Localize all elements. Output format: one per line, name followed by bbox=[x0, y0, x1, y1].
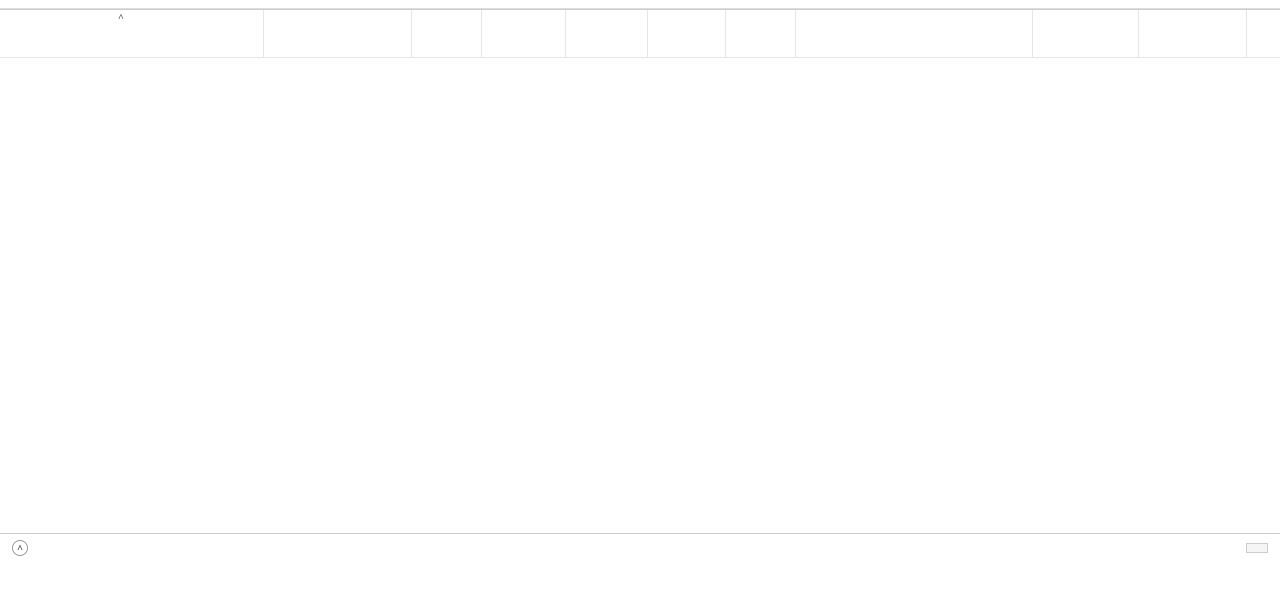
col-name[interactable] bbox=[0, 10, 264, 57]
menu-bar bbox=[0, 0, 1280, 9]
col-cpu[interactable] bbox=[412, 10, 482, 57]
col-gpu[interactable] bbox=[726, 10, 796, 57]
col-power[interactable] bbox=[1033, 10, 1139, 57]
col-network[interactable] bbox=[648, 10, 726, 57]
chevron-up-icon: ˄ bbox=[12, 540, 28, 556]
sort-indicator-icon: ˄ bbox=[118, 12, 124, 23]
footer-bar: ˄ bbox=[0, 534, 1280, 562]
col-status[interactable] bbox=[264, 10, 412, 57]
col-gpu-module[interactable] bbox=[796, 10, 1033, 57]
col-power-trend[interactable] bbox=[1139, 10, 1247, 57]
col-memory[interactable] bbox=[482, 10, 566, 57]
fewer-details-button[interactable]: ˄ bbox=[12, 540, 34, 556]
table-body[interactable] bbox=[0, 58, 1280, 534]
col-disk[interactable] bbox=[566, 10, 648, 57]
table-header: ˄ bbox=[0, 10, 1280, 58]
end-task-button[interactable] bbox=[1246, 543, 1268, 553]
process-table: ˄ bbox=[0, 10, 1280, 534]
